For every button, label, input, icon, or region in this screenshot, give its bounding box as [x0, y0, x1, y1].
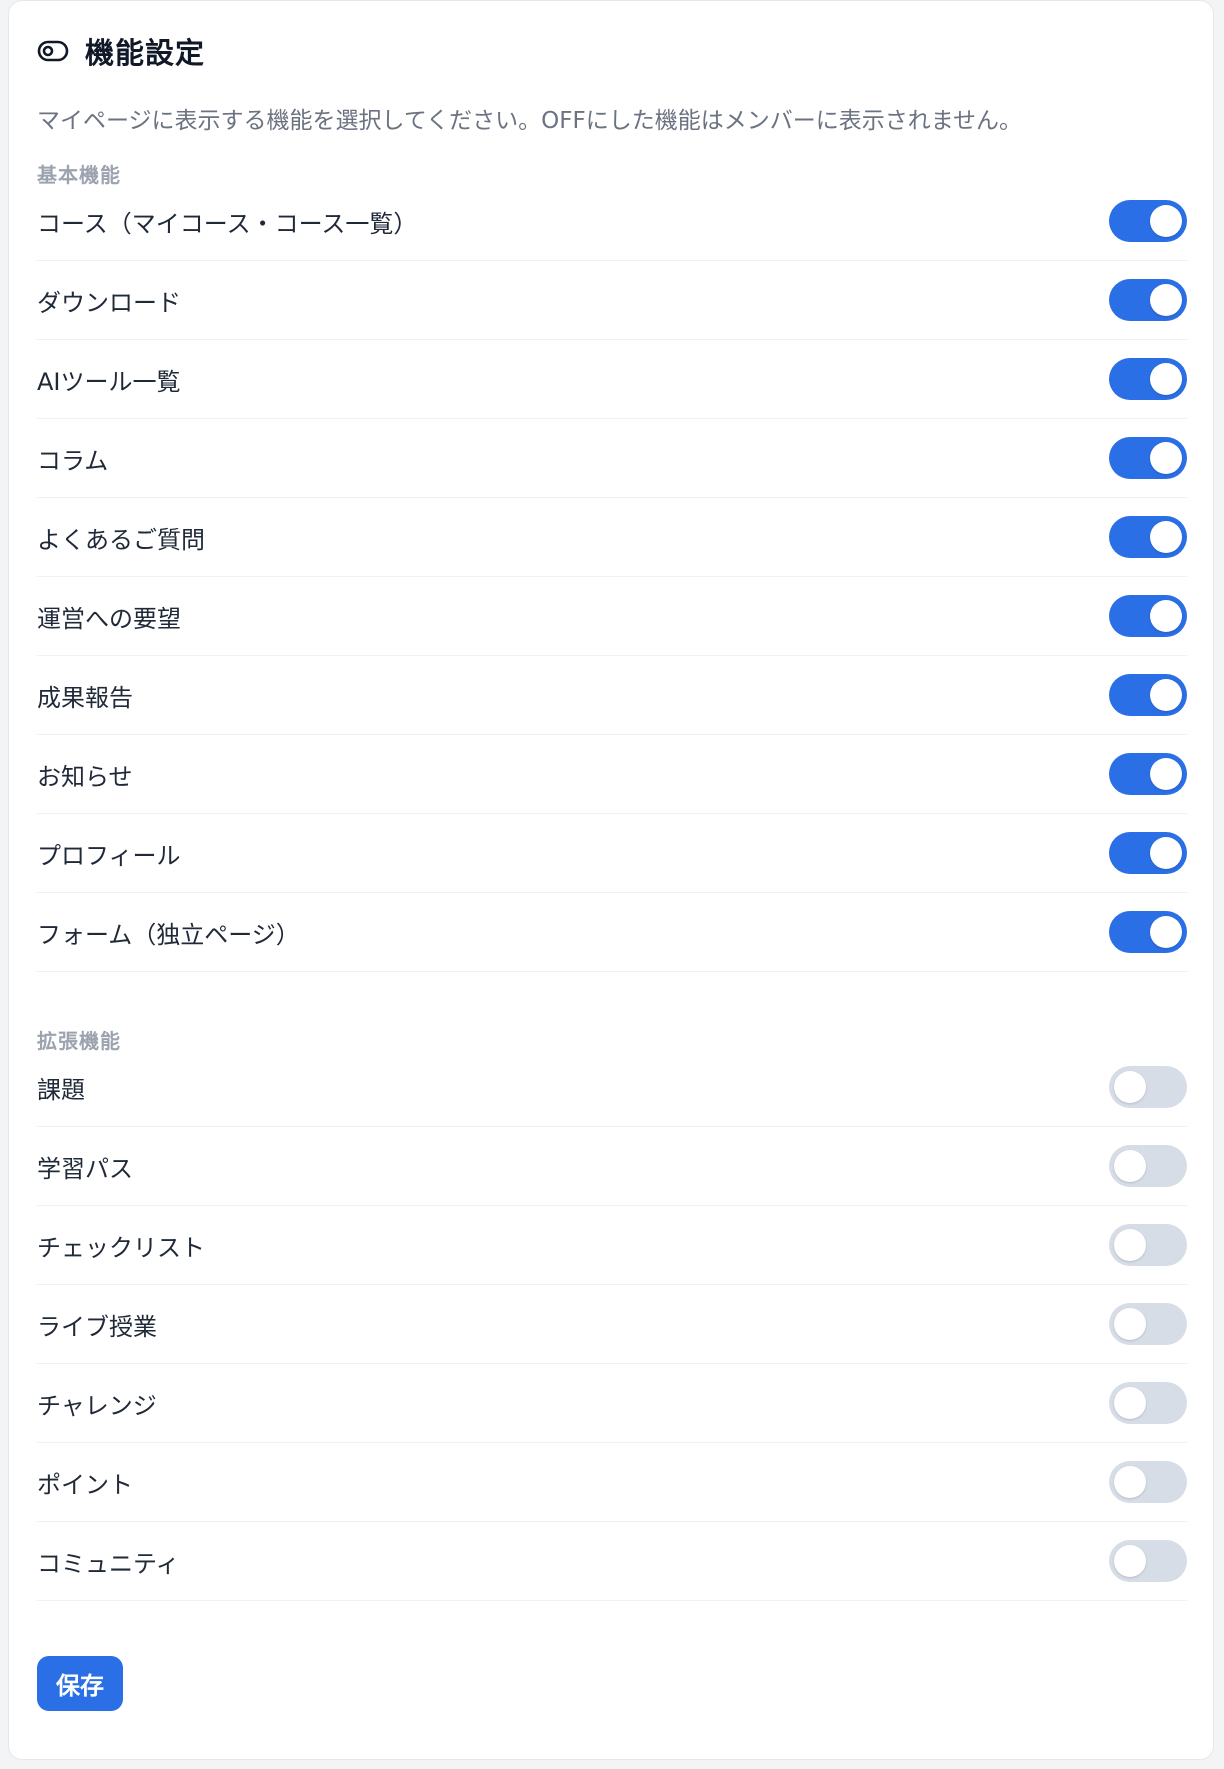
feature-label: ポイント [37, 1470, 133, 1499]
toggle-knob [1114, 1150, 1146, 1182]
feature-label: コラム [37, 446, 109, 475]
feature-toggle[interactable] [1109, 674, 1187, 716]
feature-label: 学習パス [37, 1154, 133, 1183]
feature-label: コース（マイコース・コース一覧） [37, 209, 418, 238]
toggle-knob [1150, 679, 1182, 711]
toggle-knob [1150, 758, 1182, 790]
toggle-knob [1150, 837, 1182, 869]
feature-toggle[interactable] [1109, 1224, 1187, 1266]
feature-toggle[interactable] [1109, 1382, 1187, 1424]
basic-feature-list: コース（マイコース・コース一覧） ダウンロード AIツール一覧 コラム よくある… [37, 182, 1187, 972]
toggle-knob [1150, 205, 1182, 237]
feature-toggle[interactable] [1109, 358, 1187, 400]
feature-toggle[interactable] [1109, 200, 1187, 242]
feature-row-points: ポイント [37, 1443, 1187, 1522]
toggle-knob [1150, 442, 1182, 474]
toggle-knob [1150, 521, 1182, 553]
feature-row-requests: 運営への要望 [37, 577, 1187, 656]
feature-row-community: コミュニティ [37, 1522, 1187, 1601]
feature-toggle[interactable] [1109, 1540, 1187, 1582]
save-button[interactable]: 保存 [37, 1656, 123, 1711]
feature-toggle[interactable] [1109, 1303, 1187, 1345]
feature-row-download: ダウンロード [37, 261, 1187, 340]
feature-row-column: コラム [37, 419, 1187, 498]
feature-row-challenge: チャレンジ [37, 1364, 1187, 1443]
page-description: マイページに表示する機能を選択してください。OFFにした機能はメンバーに表示され… [37, 108, 1023, 134]
feature-toggle[interactable] [1109, 279, 1187, 321]
feature-row-results: 成果報告 [37, 656, 1187, 735]
extended-feature-list: 課題 学習パス チェックリスト ライブ授業 チャレンジ ポイント コミュニティ [37, 1048, 1187, 1601]
feature-label: プロフィール [37, 841, 181, 870]
toggle-knob [1150, 363, 1182, 395]
feature-row-course: コース（マイコース・コース一覧） [37, 182, 1187, 261]
toggle-knob [1114, 1466, 1146, 1498]
feature-row-live-class: ライブ授業 [37, 1285, 1187, 1364]
feature-label: ダウンロード [37, 288, 181, 317]
feature-row-news: お知らせ [37, 735, 1187, 814]
toggle-knob [1114, 1308, 1146, 1340]
feature-label: AIツール一覧 [37, 367, 181, 396]
feature-toggle[interactable] [1109, 753, 1187, 795]
feature-row-assignment: 課題 [37, 1048, 1187, 1127]
feature-label: ライブ授業 [37, 1312, 157, 1341]
feature-label: コミュニティ [37, 1549, 180, 1578]
toggle-knob [1114, 1545, 1146, 1577]
feature-label: 成果報告 [37, 683, 133, 712]
toggle-knob [1150, 916, 1182, 948]
toggle-knob [1114, 1387, 1146, 1419]
feature-settings-panel: 機能設定 マイページに表示する機能を選択してください。OFFにした機能はメンバー… [8, 0, 1214, 1760]
feature-row-profile: プロフィール [37, 814, 1187, 893]
feature-row-learning-path: 学習パス [37, 1127, 1187, 1206]
toggle-knob [1150, 284, 1182, 316]
feature-row-ai-tools: AIツール一覧 [37, 340, 1187, 419]
toggle-knob [1150, 600, 1182, 632]
feature-toggle[interactable] [1109, 516, 1187, 558]
feature-label: チャレンジ [37, 1391, 157, 1420]
feature-label: 運営への要望 [37, 604, 181, 633]
toggle-knob [1114, 1229, 1146, 1261]
feature-toggle[interactable] [1109, 1145, 1187, 1187]
panel-header: 機能設定 [37, 33, 206, 70]
eye-icon [37, 39, 69, 63]
feature-toggle[interactable] [1109, 1461, 1187, 1503]
feature-toggle[interactable] [1109, 1066, 1187, 1108]
feature-label: よくあるご質問 [37, 525, 205, 554]
page-title: 機能設定 [85, 36, 206, 70]
toggle-knob [1114, 1071, 1146, 1103]
feature-toggle[interactable] [1109, 911, 1187, 953]
feature-toggle[interactable] [1109, 437, 1187, 479]
feature-label: フォーム（独立ページ） [37, 920, 300, 949]
feature-toggle[interactable] [1109, 832, 1187, 874]
feature-row-form: フォーム（独立ページ） [37, 893, 1187, 972]
feature-label: お知らせ [37, 762, 133, 791]
feature-label: 課題 [37, 1075, 85, 1104]
feature-row-faq: よくあるご質問 [37, 498, 1187, 577]
feature-toggle[interactable] [1109, 595, 1187, 637]
feature-label: チェックリスト [37, 1233, 205, 1262]
feature-row-checklist: チェックリスト [37, 1206, 1187, 1285]
